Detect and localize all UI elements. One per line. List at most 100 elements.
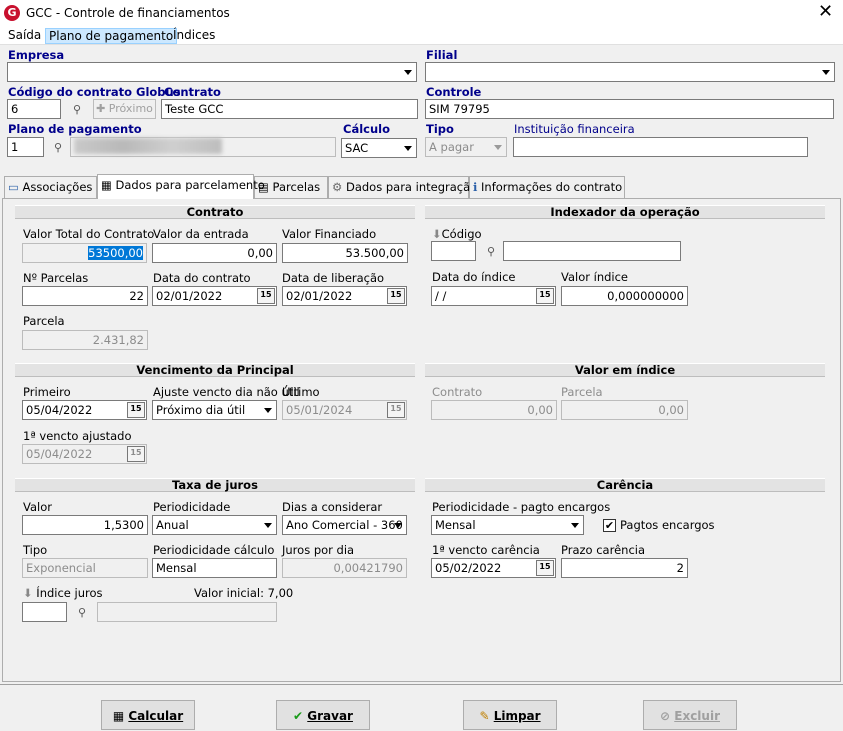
indice-juros-label: ⬇ Índice juros xyxy=(23,586,103,600)
dias-select[interactable]: Ano Comercial - 360 xyxy=(282,515,407,535)
tipo-select: A pagar xyxy=(425,137,507,157)
primeiro-input[interactable]: 05/04/2022 15 xyxy=(22,400,147,420)
calendar-icon: 15 xyxy=(127,446,145,462)
check-icon: ✔ xyxy=(293,709,304,723)
contrato-input[interactable]: Teste GCC xyxy=(161,99,418,119)
valor-entrada-input[interactable]: 0,00 xyxy=(152,243,277,263)
calendar-icon: 15 xyxy=(387,402,405,418)
vi-contrato-label: Contrato xyxy=(432,385,483,399)
taxa-tipo-input: Exponencial xyxy=(22,558,148,578)
ajuste-select[interactable]: Próximo dia útil xyxy=(152,400,277,420)
instituicao-label: Instituição financeira xyxy=(514,122,635,136)
binoculars-icon[interactable]: ⚲ xyxy=(54,141,62,154)
redacted-text xyxy=(74,138,222,154)
gravar-button[interactable]: ✔ Gravar xyxy=(276,700,370,730)
section-valor-indice-header: Valor em índice xyxy=(425,363,825,377)
periodicidade-calc-label: Periodicidade cálculo xyxy=(153,543,275,557)
ajustado-label: 1ª vencto ajustado xyxy=(23,429,132,443)
instituicao-input[interactable] xyxy=(513,137,808,157)
calendar-icon[interactable]: 15 xyxy=(536,560,554,576)
ajuste-label: Ajuste vencto dia não útil xyxy=(153,385,300,399)
valor-entrada-label: Valor da entrada xyxy=(153,227,249,241)
calculo-label: Cálculo xyxy=(343,122,390,136)
menu-plano-pagamento[interactable]: Plano de pagamento xyxy=(45,28,178,44)
section-carencia-header: Carência xyxy=(425,478,825,492)
close-icon[interactable]: ✕ xyxy=(818,2,833,22)
valor-inicial-value: 7,00 xyxy=(267,586,294,600)
codigo-contrato-label: Código do contrato Globus xyxy=(8,85,181,99)
indice-juros-input[interactable] xyxy=(22,602,67,622)
pagtos-encargos-checkbox[interactable]: ✔ xyxy=(603,519,616,532)
indice-juros-descricao xyxy=(97,602,277,622)
indexador-codigo-label: ⬇Código xyxy=(432,227,482,241)
calendar-icon[interactable]: 15 xyxy=(387,288,405,304)
tab-parcelas[interactable]: ▤ Parcelas xyxy=(254,176,328,198)
plano-pagamento-input[interactable]: 1 xyxy=(7,137,44,157)
section-taxa-header: Taxa de juros xyxy=(15,478,415,492)
valor-total-label: Valor Total do Contrato xyxy=(23,227,155,241)
valor-inicial-label: Valor inicial: 7,00 xyxy=(194,586,294,600)
periodicidade-calc-input[interactable]: Mensal xyxy=(152,558,277,578)
indexador-codigo-input[interactable] xyxy=(431,241,476,261)
data-contrato-input[interactable]: 02/01/2022 15 xyxy=(152,286,277,306)
binoculars-icon[interactable]: ⚲ xyxy=(73,103,81,116)
data-liberacao-input[interactable]: 02/01/2022 15 xyxy=(282,286,407,306)
dias-label: Dias a considerar xyxy=(282,500,383,514)
binoculars-icon[interactable]: ⚲ xyxy=(78,606,86,619)
empresa-select[interactable] xyxy=(7,62,417,82)
tab-associacoes[interactable]: ▭ Associações xyxy=(4,176,97,198)
filial-label: Filial xyxy=(426,48,458,62)
prazo-carencia-label: Prazo carência xyxy=(561,543,646,557)
app-logo-icon: G xyxy=(4,5,20,21)
menu-indices[interactable]: Índices xyxy=(170,28,218,44)
controle-label: Controle xyxy=(426,85,482,99)
carencia-periodicidade-label: Periodicidade - pagto encargos xyxy=(432,500,611,514)
tipo-label: Tipo xyxy=(426,122,454,136)
divider xyxy=(0,684,843,685)
proximo-button[interactable]: ✚ Próximo xyxy=(93,99,156,119)
calendar-icon[interactable]: 15 xyxy=(127,402,145,418)
calculo-select[interactable]: SAC xyxy=(341,138,417,158)
taxa-periodicidade-select[interactable]: Anual xyxy=(152,515,277,535)
associacoes-icon: ▭ xyxy=(8,180,19,194)
empresa-label: Empresa xyxy=(8,48,65,62)
carencia-periodicidade-select[interactable]: Mensal xyxy=(431,515,584,535)
n-parcelas-input[interactable]: 22 xyxy=(22,286,148,306)
plano-pagamento-label: Plano de pagamento xyxy=(8,122,142,136)
vencto-carencia-label: 1ª vencto carência xyxy=(432,543,540,557)
info-icon: ℹ xyxy=(473,180,478,194)
vi-contrato-input: 0,00 xyxy=(431,400,557,420)
calcular-button[interactable]: ▦ Calcular xyxy=(101,700,195,730)
tab-dados-parcelamento[interactable]: ▦ Dados para parcelamento xyxy=(97,174,265,199)
data-indice-label: Data do índice xyxy=(432,270,516,284)
filial-select[interactable] xyxy=(425,62,835,82)
section-contrato-header: Contrato xyxy=(15,205,415,219)
valor-financiado-input[interactable]: 53.500,00 xyxy=(282,243,408,263)
tab-informacoes-contrato[interactable]: ℹ Informações do contrato xyxy=(469,176,625,198)
binoculars-icon[interactable]: ⚲ xyxy=(487,245,495,258)
valor-indice-input[interactable]: 0,000000000 xyxy=(561,286,688,306)
tab-dados-integracao[interactable]: ⚙ Dados para integração xyxy=(328,176,477,198)
menu-saida[interactable]: Saída xyxy=(5,28,44,44)
excluir-button[interactable]: ⊘ Excluir xyxy=(643,700,737,730)
controle-input[interactable]: SIM 79795 xyxy=(425,99,834,119)
limpar-button[interactable]: ✎ Limpar xyxy=(463,700,557,730)
taxa-valor-input[interactable]: 1,5300 xyxy=(22,515,148,535)
ajustado-input: 05/04/2022 15 xyxy=(22,444,147,464)
indexador-descricao-input[interactable] xyxy=(503,241,681,261)
data-indice-input[interactable]: / /15 xyxy=(431,286,556,306)
codigo-contrato-input[interactable]: 6 xyxy=(7,99,61,119)
parcela-input: 2.431,82 xyxy=(22,330,148,350)
calendar-icon[interactable]: 15 xyxy=(257,288,275,304)
section-indexador-header: Indexador da operação xyxy=(425,205,825,219)
arrow-down-icon: ⬇ xyxy=(432,227,442,241)
broom-icon: ✎ xyxy=(479,709,490,723)
n-parcelas-label: Nº Parcelas xyxy=(23,271,89,285)
calendar-icon[interactable]: 15 xyxy=(536,288,554,304)
valor-indice-label: Valor índice xyxy=(561,270,629,284)
parcela-label: Parcela xyxy=(23,314,65,328)
calculator-icon: ▦ xyxy=(101,178,112,192)
prazo-carencia-input[interactable]: 2 xyxy=(561,558,688,578)
vencto-carencia-input[interactable]: 05/02/2022 15 xyxy=(431,558,556,578)
contrato-label: Contrato xyxy=(164,85,221,99)
